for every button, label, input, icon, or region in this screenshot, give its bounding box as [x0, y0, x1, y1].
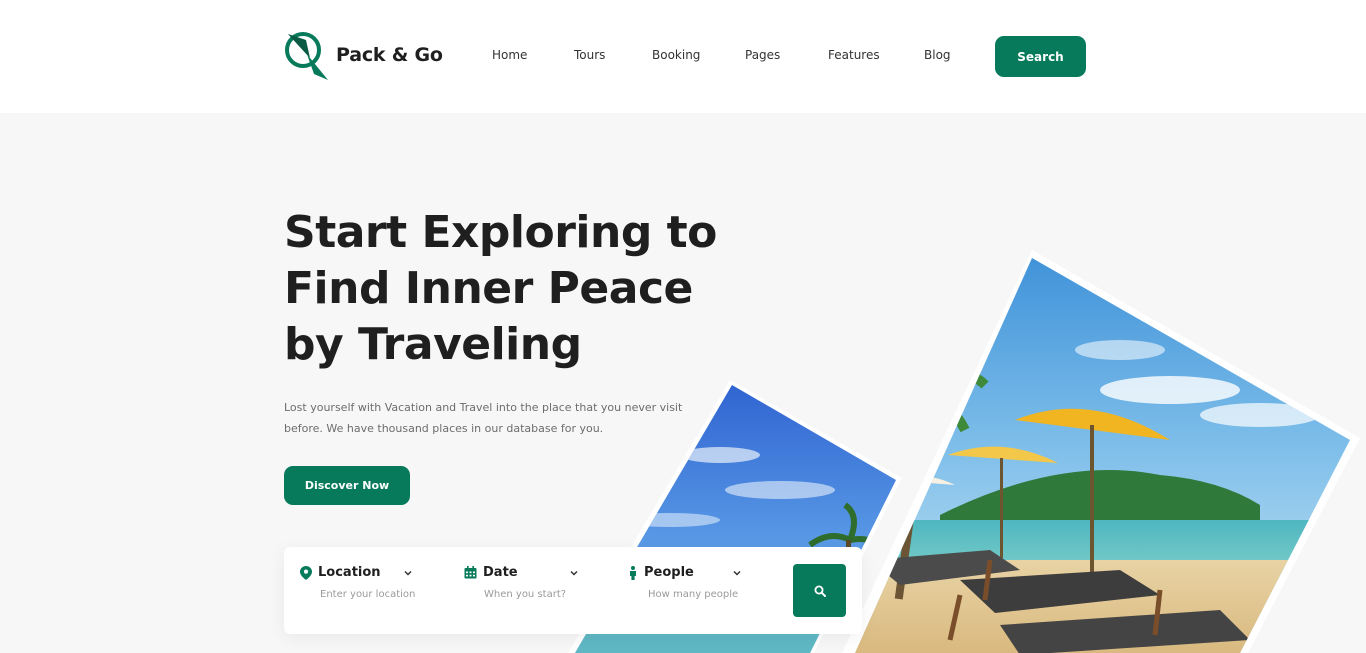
nav-tours[interactable]: Tours [574, 48, 605, 62]
people-placeholder: How many people [648, 589, 739, 600]
hero-desc-line-2: before. We have thousand places in our d… [284, 422, 604, 435]
chevron-down-icon [733, 570, 741, 576]
location-placeholder: Enter your location [320, 589, 416, 600]
site-header: Pack & Go Home Tours Booking Pages Featu… [0, 0, 1366, 113]
nav-home[interactable]: Home [492, 48, 527, 62]
brand-name: Pack & Go [336, 44, 443, 66]
chevron-down-icon [404, 570, 412, 576]
trip-search-form: Location Enter your location Date When y… [284, 547, 862, 634]
nav-blog[interactable]: Blog [924, 48, 951, 62]
brand-logo[interactable]: Pack & Go [284, 30, 443, 80]
date-placeholder: When you start? [484, 589, 567, 600]
location-field[interactable]: Location Enter your location [300, 565, 435, 619]
map-pin-icon [300, 565, 312, 580]
person-icon [630, 565, 636, 580]
trip-search-submit-button[interactable] [793, 564, 846, 617]
date-label: Date [483, 565, 518, 580]
nav-booking[interactable]: Booking [652, 48, 700, 62]
beach-photo-large [842, 250, 1360, 653]
discover-now-button[interactable]: Discover Now [284, 466, 410, 505]
hero-title-line-3: by Traveling [284, 319, 582, 370]
calendar-icon [464, 566, 477, 579]
nav-features[interactable]: Features [828, 48, 880, 62]
header-search-button[interactable]: Search [995, 36, 1086, 77]
date-field[interactable]: Date When you start? [464, 565, 599, 619]
people-field[interactable]: People How many people [628, 565, 763, 619]
chevron-down-icon [570, 570, 578, 576]
people-label: People [644, 565, 694, 580]
location-label: Location [318, 565, 381, 580]
search-icon [814, 585, 826, 597]
nav-pages[interactable]: Pages [745, 48, 780, 62]
logo-compass-icon [285, 32, 328, 80]
